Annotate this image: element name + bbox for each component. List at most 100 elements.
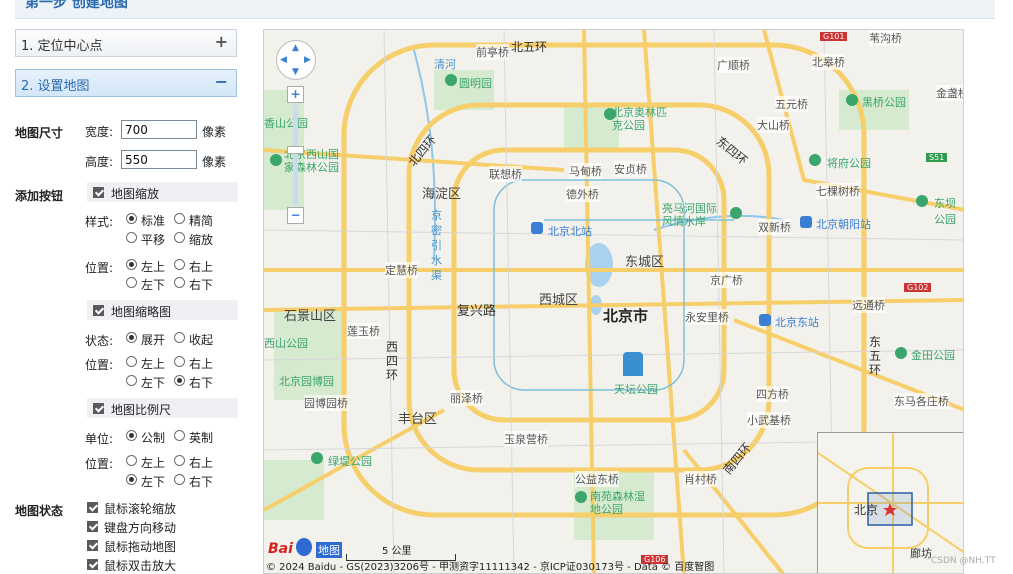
train-station-icon xyxy=(759,314,771,326)
overview-position-topleft-radio[interactable] xyxy=(126,356,137,367)
drag-map-label: 鼠标拖动地图 xyxy=(104,540,177,554)
overview-map[interactable]: 北京 廊坊 xyxy=(817,432,963,573)
overview-control-title: 地图缩略图 xyxy=(111,305,172,319)
accordion-set-map[interactable]: 2. 设置地图 − xyxy=(15,69,237,97)
zoom-in-button[interactable]: + xyxy=(287,86,304,103)
overview-state-label: 状态: xyxy=(85,334,114,348)
scale-position-bottomright-radio[interactable] xyxy=(174,474,185,485)
bridge-label: 园博园桥 xyxy=(304,395,348,411)
bridge-label: 定慧桥 xyxy=(385,262,418,278)
overview-position-option: 右上 xyxy=(189,357,214,371)
train-station-icon xyxy=(531,222,543,234)
overview-state-collapsed-radio[interactable] xyxy=(174,332,185,343)
step-title: 第一步 创建地图 xyxy=(25,0,128,11)
water-label: 京密引水渠 xyxy=(431,209,442,282)
street xyxy=(383,30,395,573)
pan-down-icon[interactable]: ▼ xyxy=(292,67,299,77)
poi-label: 圆明园 xyxy=(459,77,492,90)
zoom-control-checkbox[interactable] xyxy=(93,187,104,198)
scale-position-topleft-radio[interactable] xyxy=(126,455,137,466)
bridge-label: 安贞桥 xyxy=(614,161,647,177)
poi-label: 北京东站 xyxy=(775,316,819,329)
scale-control-checkbox[interactable] xyxy=(93,403,104,414)
scale-position-option: 右下 xyxy=(189,475,214,489)
zoom-style-standard-radio[interactable] xyxy=(126,213,137,224)
poi-label: 香山公园 xyxy=(264,117,308,130)
zoom-control-section xyxy=(87,182,238,202)
bridge-label: 丽泽桥 xyxy=(450,390,483,406)
add-buttons-heading: 添加按钮 xyxy=(15,189,64,203)
bridge-label: 小武基桥 xyxy=(747,412,791,428)
poi-label: 北京奥林匹克公园 xyxy=(612,106,667,132)
pan-control[interactable]: ▲ ▼ ◀ ▶ xyxy=(276,40,316,80)
pan-left-icon[interactable]: ◀ xyxy=(280,55,287,65)
zoom-position-bottomleft-radio[interactable] xyxy=(126,277,137,288)
map-state-heading: 地图状态 xyxy=(15,504,64,518)
overview-position-bottomleft-radio[interactable] xyxy=(126,375,137,386)
map-view[interactable]: 海淀区 东城区 西城区 石景山区 丰台区 北京市 北五环 北四环 东四环 西四环… xyxy=(263,29,964,574)
overview-position-label: 位置: xyxy=(85,358,114,372)
scale-unit-imperial-radio[interactable] xyxy=(174,430,185,441)
expand-plus-icon: + xyxy=(214,32,228,51)
width-unit: 像素 xyxy=(202,125,227,139)
scroll-zoom-checkbox[interactable] xyxy=(87,502,98,513)
scale-unit-metric-radio[interactable] xyxy=(126,430,137,441)
train-station-icon xyxy=(800,216,812,228)
pan-right-icon[interactable]: ▶ xyxy=(304,55,311,65)
map-copyright: © 2024 Baidu - GS(2023)3206号 - 甲测资字11111… xyxy=(266,562,715,573)
bridge-label: 马甸桥 xyxy=(569,163,602,179)
height-input[interactable] xyxy=(121,150,197,169)
bridge-label: 大山桥 xyxy=(757,117,790,133)
zoom-style-option: 平移 xyxy=(141,233,166,247)
poi-label: 北京园博园 xyxy=(279,375,334,388)
width-input[interactable] xyxy=(121,120,197,139)
bridge-label: 莲玉桥 xyxy=(347,323,380,339)
zoom-position-option: 左下 xyxy=(141,278,166,292)
poi-label: 绿堤公园 xyxy=(328,455,372,468)
zoom-position-label: 位置: xyxy=(85,261,114,275)
zoom-style-option: 精简 xyxy=(189,214,214,228)
overview-label: 廊坊 xyxy=(910,547,932,560)
overview-position-topright-radio[interactable] xyxy=(174,356,185,367)
drag-map-checkbox[interactable] xyxy=(87,540,98,551)
bridge-label: 东马各庄桥 xyxy=(894,393,949,409)
keyboard-move-checkbox[interactable] xyxy=(87,521,98,532)
road-label: 东五环 xyxy=(869,335,882,377)
zoom-position-topleft-radio[interactable] xyxy=(126,259,137,270)
paw-icon xyxy=(296,538,312,556)
zoom-style-compact-radio[interactable] xyxy=(174,213,185,224)
bridge-label: 京广桥 xyxy=(710,272,743,288)
poi-label: 南苑森林湿地公园 xyxy=(590,490,645,516)
scale-position-topright-radio[interactable] xyxy=(174,455,185,466)
highway-shield: G102 xyxy=(904,283,932,292)
overview-position-bottomright-radio[interactable] xyxy=(174,375,185,386)
zoom-position-bottomright-radio[interactable] xyxy=(174,277,185,288)
scroll-zoom-label: 鼠标滚轮缩放 xyxy=(104,502,177,516)
height-unit: 像素 xyxy=(202,155,227,169)
road-label: 西四环 xyxy=(386,340,399,382)
bridge-label: 德外桥 xyxy=(566,186,599,202)
park-icon xyxy=(604,108,616,120)
pan-up-icon[interactable]: ▲ xyxy=(292,43,299,53)
zoom-out-button[interactable]: − xyxy=(287,207,304,224)
zoom-slider-handle[interactable] xyxy=(287,146,304,154)
double-click-zoom-checkbox[interactable] xyxy=(87,559,98,570)
zoom-style-pan-radio[interactable] xyxy=(126,232,137,243)
accordion-locate-center[interactable]: 1. 定位中心点 + xyxy=(15,29,237,57)
city-label: 北京市 xyxy=(603,307,649,325)
accordion-label: 1. 定位中心点 xyxy=(21,39,103,54)
overview-position-option: 左上 xyxy=(141,357,166,371)
overview-state-expanded-radio[interactable] xyxy=(126,332,137,343)
accordion-label: 2. 设置地图 xyxy=(21,79,90,94)
district-label: 丰台区 xyxy=(398,412,438,427)
scale-unit-option: 公制 xyxy=(141,431,166,445)
overview-position-option: 左下 xyxy=(141,376,166,390)
scale-position-bottomleft-radio[interactable] xyxy=(126,474,137,485)
overview-control-checkbox[interactable] xyxy=(93,305,104,316)
bridge-label: 玉泉营桥 xyxy=(504,431,548,447)
zoom-style-zoom-radio[interactable] xyxy=(174,232,185,243)
bridge-label: 广顺桥 xyxy=(717,57,750,73)
poi-label: 东坝公园 xyxy=(934,197,956,226)
zoom-slider-track[interactable] xyxy=(293,105,298,205)
zoom-position-topright-radio[interactable] xyxy=(174,259,185,270)
